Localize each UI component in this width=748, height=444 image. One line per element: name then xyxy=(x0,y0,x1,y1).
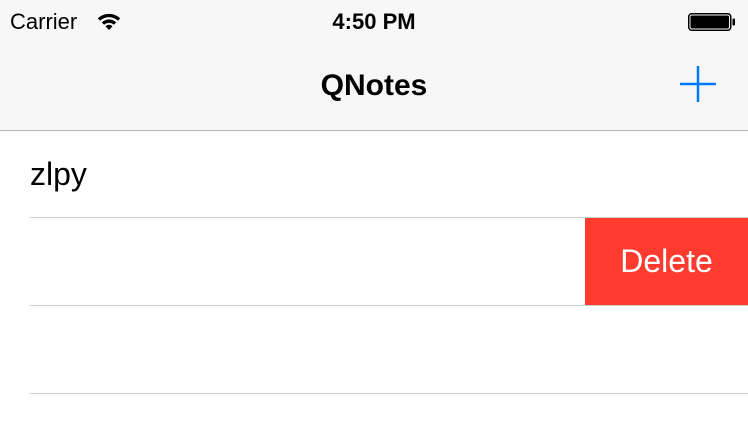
status-bar: Carrier 4:50 PM xyxy=(0,0,748,44)
app-screen: Carrier 4:50 PM QNotes zlpy Delete xyxy=(0,0,748,444)
navigation-bar: QNotes xyxy=(0,44,748,130)
plus-icon xyxy=(680,66,716,102)
add-note-button[interactable] xyxy=(676,62,720,106)
note-title: zlpy xyxy=(30,156,87,192)
status-time: 4:50 PM xyxy=(332,9,416,34)
note-row-swiped[interactable]: Delete xyxy=(0,218,748,305)
battery-icon xyxy=(688,13,735,31)
delete-button[interactable]: Delete xyxy=(585,218,748,305)
page-title: QNotes xyxy=(320,69,428,102)
row-separator xyxy=(30,393,748,394)
top-chrome: Carrier 4:50 PM QNotes xyxy=(0,0,748,131)
note-row[interactable] xyxy=(0,306,748,393)
note-row[interactable]: zlpy xyxy=(0,131,748,218)
